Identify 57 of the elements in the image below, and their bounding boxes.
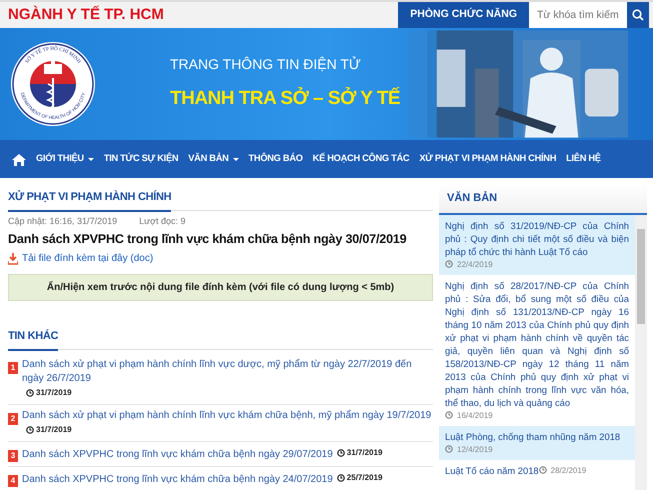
document-link[interactable]: Luật Phòng, chống tham nhũng năm 2018 [445, 430, 620, 442]
news-link[interactable]: Danh sách XPVPHC trong lĩnh vực khám chữa bệnh ngày 24/07/2019 [22, 472, 333, 487]
article-title: Danh sách XPVPHC trong lĩnh vực khám chữa bệnh ngày 30/07/2019 [8, 232, 408, 248]
document-link[interactable]: Nghị định số 31/2019/NĐ-CP của Chính phủ : Quy định chi tiết một số điều và biện pháp tổ chức thi hành Luật Tố cáo [445, 218, 629, 258]
section-heading: XỬ PHẠT VI PHẠM HÀNH CHÍNH [8, 189, 172, 212]
nav-link[interactable]: TIN TỨC SỰ KIỆN [104, 152, 178, 166]
banner-subtitle: TRANG THÔNG TIN ĐIỆN TỬ [170, 55, 361, 74]
clock-icon [445, 411, 453, 419]
section-heading: TIN KHÁC [8, 328, 58, 351]
number-badge: 2 [8, 412, 18, 425]
news-link[interactable]: Danh sách xử phạt vi phạm hành chính lĩnh vực dược, mỹ phẩm từ ngày 22/7/2019 đến ngày 26/7/2019 [22, 358, 433, 386]
clock-icon [336, 474, 345, 482]
view-count: Lượt đọc: 9 [139, 214, 186, 228]
number-badge: 1 [8, 362, 18, 374]
document-date: 28/2/2019 [550, 464, 586, 476]
document-date: 16/4/2019 [457, 410, 493, 422]
document-item[interactable]: Luật Tố cáo năm 2018 28/2/2019 [439, 460, 635, 481]
news-date: 31/7/2019 [346, 446, 382, 459]
document-item[interactable]: Nghị định số 31/2019/NĐ-CP của Chính phủ : Quy định chi tiết một số điều và biện pháp tổ chức thi hành Luật Tố cáo 22/4/2019 [439, 214, 635, 274]
clock-icon [538, 466, 547, 474]
clock-icon [336, 448, 345, 457]
home-icon [12, 152, 26, 166]
update-time: Cập nhật: 16:16, 31/7/2019 [8, 214, 118, 228]
number-badge: 4 [8, 474, 18, 487]
search-field[interactable]: Từ khóa tìm kiếm [529, 2, 627, 28]
nav-link[interactable]: LIÊN HỆ [566, 152, 601, 166]
document-date: 12/4/2019 [457, 444, 493, 456]
news-date: 31/7/2019 [36, 424, 72, 436]
preview-toggle[interactable]: Ẩn/Hiện xem trước nội dung file đính kèm (với file có dung lượng < 5mb) [8, 274, 433, 302]
news-date: 31/7/2019 [36, 386, 72, 399]
clock-icon [26, 426, 34, 434]
nav-link[interactable]: THÔNG BÁO [248, 152, 303, 166]
number-badge: 3 [8, 450, 18, 462]
news-date: 25/7/2019 [346, 472, 382, 484]
attachment-link[interactable]: Tải file đính kèm tại đây (doc) [22, 251, 154, 266]
document-link[interactable]: Nghị định số 28/2017/NĐ-CP của Chính phủ : Sửa đổi, bổ sung một số điều của Nghị định số 131/2013/NĐ-CP ngày 16 tháng 10 năm 2013 của Chính phủ quy định xử phạt vi phạm hành chính về quyền tác giả, quyền liên quan và Nghị định số 158/2013/NĐ-CP ngày 12 tháng 11 năm 2013 của Chính phủ quy định xử phạt vi phạm hành chính trong lĩnh vực văn hóa, thể thao, du lịch và quảng cáo [445, 278, 629, 408]
scroll-bar[interactable] [635, 214, 647, 490]
news-link[interactable]: Danh sách XPVPHC trong lĩnh vực khám chữa bệnh ngày 29/07/2019 [22, 448, 333, 462]
clock-icon [445, 260, 453, 268]
clock-icon [26, 388, 34, 397]
search-button[interactable] [627, 2, 649, 28]
news-link[interactable]: Danh sách xử phạt vi phạm hành chính lĩnh vực khám chữa bệnh, mỹ phẩm ngày 19/7/2019 [22, 408, 432, 423]
home-link[interactable] [12, 152, 26, 166]
nav-link[interactable]: GIỚI THIỆU [36, 152, 94, 166]
nav-link[interactable]: KẾ HOẠCH CÔNG TÁC [312, 152, 410, 166]
nav-link[interactable]: VĂN BẢN [188, 152, 239, 166]
site-name: NGÀNH Y TẾ TP. HCM [7, 4, 164, 25]
download-icon [8, 252, 18, 265]
clock-icon [445, 445, 453, 453]
document-date: 22/4/2019 [457, 258, 493, 270]
document-link[interactable]: Luật Tố cáo năm 2018 [445, 464, 539, 477]
nav-link[interactable]: XỬ PHẠT VI PHẠM HÀNH CHÍNH [419, 152, 556, 166]
banner-title: THANH TRA SỞ – SỞ Y TẾ [170, 86, 400, 112]
functions-button[interactable]: PHÒNG CHỨC NĂNG [398, 2, 529, 28]
search-icon [632, 9, 644, 21]
scroll-thumb[interactable] [637, 228, 645, 324]
document-item[interactable]: Luật Phòng, chống tham nhũng năm 2018 12/4/2019 [439, 426, 635, 460]
